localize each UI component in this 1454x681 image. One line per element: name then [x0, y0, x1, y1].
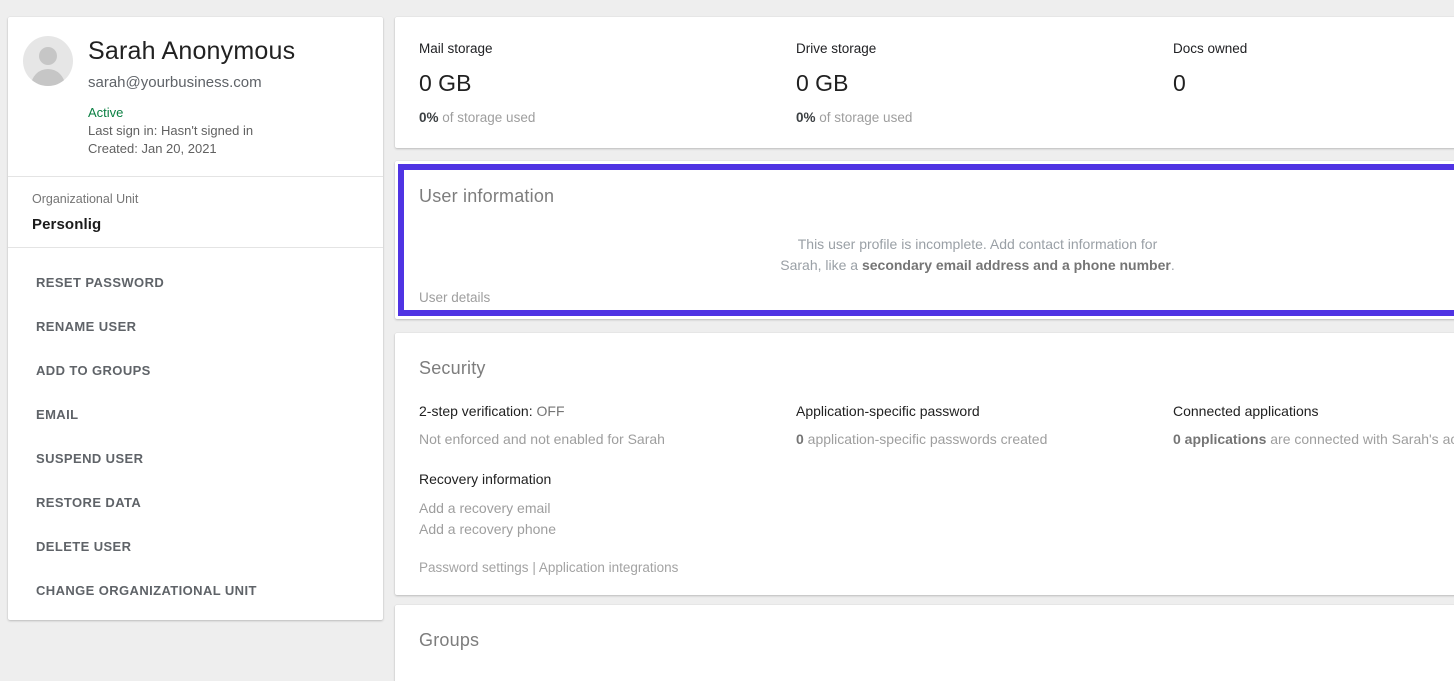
docs-owned-value: 0	[1173, 70, 1454, 97]
two-step-label: 2-step verification:	[419, 403, 537, 419]
org-unit-section: Organizational Unit Personlig	[8, 177, 383, 248]
app-password-heading: Application-specific password	[796, 403, 1149, 419]
reset-password-button[interactable]: RESET PASSWORD	[8, 260, 383, 304]
user-email: sarah@yourbusiness.com	[88, 74, 262, 91]
groups-title: Groups	[419, 630, 479, 651]
app-password-count: 0	[796, 431, 804, 447]
message-line2-prefix: Sarah, like a	[780, 257, 862, 273]
application-integrations-link[interactable]: Application integrations	[539, 560, 679, 575]
add-recovery-phone-link[interactable]: Add a recovery phone	[419, 519, 772, 540]
security-footer-links: Password settings | Application integrat…	[419, 560, 678, 575]
mail-storage-value: 0 GB	[419, 70, 772, 97]
drive-storage-value: 0 GB	[796, 70, 1149, 97]
change-org-unit-button[interactable]: CHANGE ORGANIZATIONAL UNIT	[8, 568, 383, 612]
person-icon	[39, 47, 57, 65]
email-button[interactable]: EMAIL	[8, 392, 383, 436]
app-password-subtext: 0 application-specific passwords created	[796, 431, 1149, 447]
suspend-user-button[interactable]: SUSPEND USER	[8, 436, 383, 480]
user-information-title: User information	[419, 186, 554, 207]
incomplete-profile-message: This user profile is incomplete. Add con…	[395, 234, 1454, 276]
delete-user-button[interactable]: DELETE USER	[8, 524, 383, 568]
message-line2-suffix: .	[1171, 257, 1175, 273]
admin-user-detail-page: Sarah Anonymous sarah@yourbusiness.com A…	[0, 0, 1454, 681]
connected-apps-column: Connected applications 0 applications ar…	[1149, 403, 1454, 540]
security-title: Security	[419, 358, 486, 379]
last-sign-in: Last sign in: Hasn't signed in	[88, 123, 253, 138]
drive-percent-bold: 0%	[796, 110, 816, 125]
user-name: Sarah Anonymous	[88, 37, 295, 66]
add-recovery-email-link[interactable]: Add a recovery email	[419, 498, 772, 519]
groups-card[interactable]: Groups	[395, 605, 1454, 681]
profile-section: Sarah Anonymous sarah@yourbusiness.com A…	[8, 17, 383, 177]
two-step-status: OFF	[537, 403, 565, 419]
connected-apps-count: 0 applications	[1173, 431, 1266, 447]
app-password-rest: application-specific passwords created	[804, 431, 1048, 447]
two-step-heading: 2-step verification: OFF	[419, 403, 772, 419]
mail-percent-rest: of storage used	[439, 110, 536, 125]
connected-apps-heading: Connected applications	[1173, 403, 1454, 419]
two-step-subtext: Not enforced and not enabled for Sarah	[419, 431, 772, 447]
drive-storage-label: Drive storage	[796, 41, 1149, 56]
status-badge: Active	[88, 105, 123, 120]
app-password-column: Application-specific password 0 applicat…	[772, 403, 1149, 540]
docs-owned-stat: Docs owned 0	[1149, 17, 1454, 148]
connected-apps-rest: are connected with Sarah's account	[1266, 431, 1454, 447]
security-card[interactable]: Security 2-step verification: OFF Not en…	[395, 333, 1454, 595]
person-icon-shoulders	[31, 69, 65, 86]
user-summary-card: Sarah Anonymous sarah@yourbusiness.com A…	[8, 17, 383, 620]
org-unit-label: Organizational Unit	[32, 192, 138, 206]
drive-storage-percent: 0% of storage used	[796, 110, 1149, 125]
password-settings-link[interactable]: Password settings	[419, 560, 529, 575]
connected-apps-subtext: 0 applications are connected with Sarah'…	[1173, 431, 1454, 447]
mail-storage-percent: 0% of storage used	[419, 110, 772, 125]
user-details-link[interactable]: User details	[419, 290, 490, 305]
restore-data-button[interactable]: RESTORE DATA	[8, 480, 383, 524]
storage-stats-card: Mail storage 0 GB 0% of storage used Dri…	[395, 17, 1454, 148]
security-grid: 2-step verification: OFF Not enforced an…	[395, 403, 1454, 540]
add-to-groups-button[interactable]: ADD TO GROUPS	[8, 348, 383, 392]
org-unit-value: Personlig	[32, 216, 101, 233]
footer-separator: |	[529, 560, 539, 575]
message-line2-bold: secondary email address and a phone numb…	[862, 257, 1171, 273]
mail-percent-bold: 0%	[419, 110, 439, 125]
recovery-links: Add a recovery email Add a recovery phon…	[419, 498, 772, 540]
drive-storage-stat: Drive storage 0 GB 0% of storage used	[772, 17, 1149, 148]
rename-user-button[interactable]: RENAME USER	[8, 304, 383, 348]
message-line1: This user profile is incomplete. Add con…	[798, 236, 1158, 252]
user-information-card[interactable]: User information This user profile is in…	[395, 161, 1454, 319]
recovery-info-heading: Recovery information	[419, 471, 772, 487]
created-date: Created: Jan 20, 2021	[88, 141, 217, 156]
user-actions-menu: RESET PASSWORD RENAME USER ADD TO GROUPS…	[8, 248, 383, 612]
mail-storage-label: Mail storage	[419, 41, 772, 56]
drive-percent-rest: of storage used	[816, 110, 913, 125]
two-step-column: 2-step verification: OFF Not enforced an…	[395, 403, 772, 540]
docs-owned-label: Docs owned	[1173, 41, 1454, 56]
avatar	[23, 36, 73, 86]
mail-storage-stat: Mail storage 0 GB 0% of storage used	[395, 17, 772, 148]
